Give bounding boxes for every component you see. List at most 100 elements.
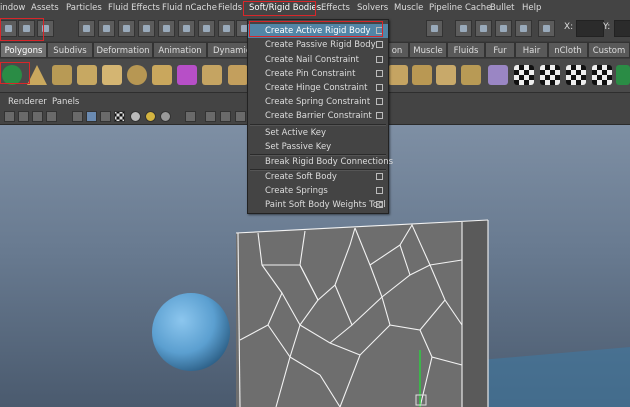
split-icon[interactable] — [436, 65, 456, 85]
menu-item-create-barrier-constraint[interactable]: Create Barrier Constraint — [248, 109, 388, 123]
cone-icon[interactable] — [488, 65, 508, 85]
high-quality-icon[interactable] — [220, 111, 231, 122]
wireframe-icon[interactable] — [72, 111, 83, 122]
menu-panels[interactable]: Panels — [52, 97, 79, 107]
option-box-icon[interactable] — [376, 98, 383, 105]
shade-wireframe-icon[interactable] — [100, 111, 111, 122]
tab-muscle[interactable]: Muscle — [409, 42, 447, 58]
tab-deformation[interactable]: Deformation — [93, 42, 153, 58]
ground-plane — [480, 347, 630, 407]
menu-item-create-passive-rigid-body[interactable]: Create Passive Rigid Body — [248, 38, 388, 52]
tab-hair[interactable]: Hair — [515, 42, 548, 58]
menu-item-set-active-key[interactable]: Set Active Key — [248, 126, 388, 140]
grid-toggle-icon[interactable] — [18, 111, 29, 122]
wedge-icon[interactable] — [461, 65, 481, 85]
menu-bullet[interactable]: Bullet — [490, 3, 515, 13]
default-light-icon[interactable] — [130, 111, 141, 122]
all-lights-icon[interactable] — [145, 111, 156, 122]
tab-fluids[interactable]: Fluids — [447, 42, 485, 58]
tab-subdivs[interactable]: Subdivs — [47, 42, 93, 58]
menu-window[interactable]: indow — [0, 3, 25, 13]
bevel-icon[interactable] — [388, 65, 408, 85]
menu-item-create-soft-body[interactable]: Create Soft Body — [248, 170, 388, 184]
transform-icon[interactable] — [538, 20, 555, 37]
y-coordinate-field[interactable] — [614, 20, 630, 37]
history-icon[interactable] — [178, 20, 195, 37]
menu-pipeline-cache[interactable]: Pipeline Cache — [429, 3, 491, 13]
option-box-icon[interactable] — [376, 173, 383, 180]
menu-item-create-pin-constraint[interactable]: Create Pin Constraint — [248, 67, 388, 81]
snap-curve-icon[interactable] — [98, 20, 115, 37]
option-box-icon[interactable] — [376, 56, 383, 63]
bridge-icon[interactable] — [228, 65, 248, 85]
uv-editor-icon[interactable] — [592, 65, 612, 85]
menu-effects[interactable]: Effects — [321, 3, 350, 13]
hud-icon[interactable] — [235, 111, 246, 122]
menu-item-create-spring-constraint[interactable]: Create Spring Constraint — [248, 95, 388, 109]
combine-icon[interactable] — [152, 65, 172, 85]
snap-point-icon[interactable] — [118, 20, 135, 37]
menu-particles[interactable]: Particles — [66, 3, 102, 13]
option-box-icon[interactable] — [376, 112, 383, 119]
menu-item-set-passive-key[interactable]: Set Passive Key — [248, 140, 388, 154]
sphere-poly-icon[interactable] — [127, 65, 147, 85]
ipr-render-icon[interactable] — [475, 20, 492, 37]
snap-grid-icon[interactable] — [78, 20, 95, 37]
option-box-icon[interactable] — [376, 84, 383, 91]
shadows-icon[interactable] — [160, 111, 171, 122]
option-box-icon[interactable] — [376, 70, 383, 77]
smooth-icon[interactable] — [616, 65, 630, 85]
camera-icon[interactable] — [426, 20, 443, 37]
isolate-select-icon[interactable] — [205, 111, 216, 122]
menu-help[interactable]: Help — [522, 3, 541, 13]
option-box-icon[interactable] — [376, 201, 383, 208]
append-icon[interactable] — [412, 65, 432, 85]
menu-fluid-ncache[interactable]: Fluid nCache — [162, 3, 217, 13]
soft-rigid-bodies-dropdown: Create Active Rigid Body Create Passive … — [247, 19, 393, 214]
menu-item-break-rigid-body-connections[interactable]: Break Rigid Body Connections — [248, 155, 393, 169]
fractured-box-object[interactable] — [235, 219, 489, 407]
make-live-icon[interactable] — [158, 20, 175, 37]
tab-polygons[interactable]: Polygons — [0, 42, 47, 58]
sphere-object[interactable] — [152, 293, 230, 371]
smooth-shade-icon[interactable] — [86, 111, 97, 122]
snap-plane-icon[interactable] — [138, 20, 155, 37]
menu-item-paint-soft-body-weights-tool[interactable]: Paint Soft Body Weights Tool — [248, 198, 388, 212]
extrude-icon[interactable] — [202, 65, 222, 85]
render-view-icon[interactable] — [455, 20, 472, 37]
textures-icon[interactable] — [114, 111, 125, 122]
help-icon[interactable] — [218, 20, 235, 37]
tab-ncloth[interactable]: nCloth — [548, 42, 588, 58]
tab-custom[interactable]: Custom — [588, 42, 630, 58]
plane-icon[interactable] — [102, 65, 122, 85]
xray-icon[interactable] — [185, 111, 196, 122]
cube-icon[interactable] — [177, 65, 197, 85]
menu-item-create-springs[interactable]: Create Springs — [248, 184, 388, 198]
menu-assets[interactable]: Assets — [31, 3, 59, 13]
render-icon[interactable] — [198, 20, 215, 37]
render-settings-icon[interactable] — [495, 20, 512, 37]
camera-attributes-icon[interactable] — [4, 111, 15, 122]
menu-fields[interactable]: Fields — [218, 3, 242, 13]
uv-unfold-icon[interactable] — [566, 65, 586, 85]
film-gate-icon[interactable] — [32, 111, 43, 122]
checker-uv-icon[interactable] — [514, 65, 534, 85]
option-box-icon[interactable] — [376, 41, 383, 48]
pyramid-icon[interactable] — [27, 65, 47, 85]
resolution-gate-icon[interactable] — [46, 111, 57, 122]
x-coordinate-field[interactable] — [576, 20, 604, 37]
hypershade-icon[interactable] — [515, 20, 532, 37]
option-box-icon[interactable] — [376, 187, 383, 194]
menu-renderer[interactable]: Renderer — [8, 97, 47, 107]
menu-fluid-effects[interactable]: Fluid Effects — [108, 3, 160, 13]
cylinder-icon[interactable] — [52, 65, 72, 85]
menu-muscle[interactable]: Muscle — [394, 3, 423, 13]
menu-item-create-nail-constraint[interactable]: Create Nail Constraint — [248, 53, 388, 67]
disc-icon[interactable] — [77, 65, 97, 85]
tab-dynamics[interactable]: Dynamics — [207, 42, 255, 58]
menu-item-create-hinge-constraint[interactable]: Create Hinge Constraint — [248, 81, 388, 95]
menu-solvers[interactable]: Solvers — [357, 3, 388, 13]
uv-layout-icon[interactable] — [540, 65, 560, 85]
tab-animation[interactable]: Animation — [153, 42, 207, 58]
tab-fur[interactable]: Fur — [485, 42, 515, 58]
